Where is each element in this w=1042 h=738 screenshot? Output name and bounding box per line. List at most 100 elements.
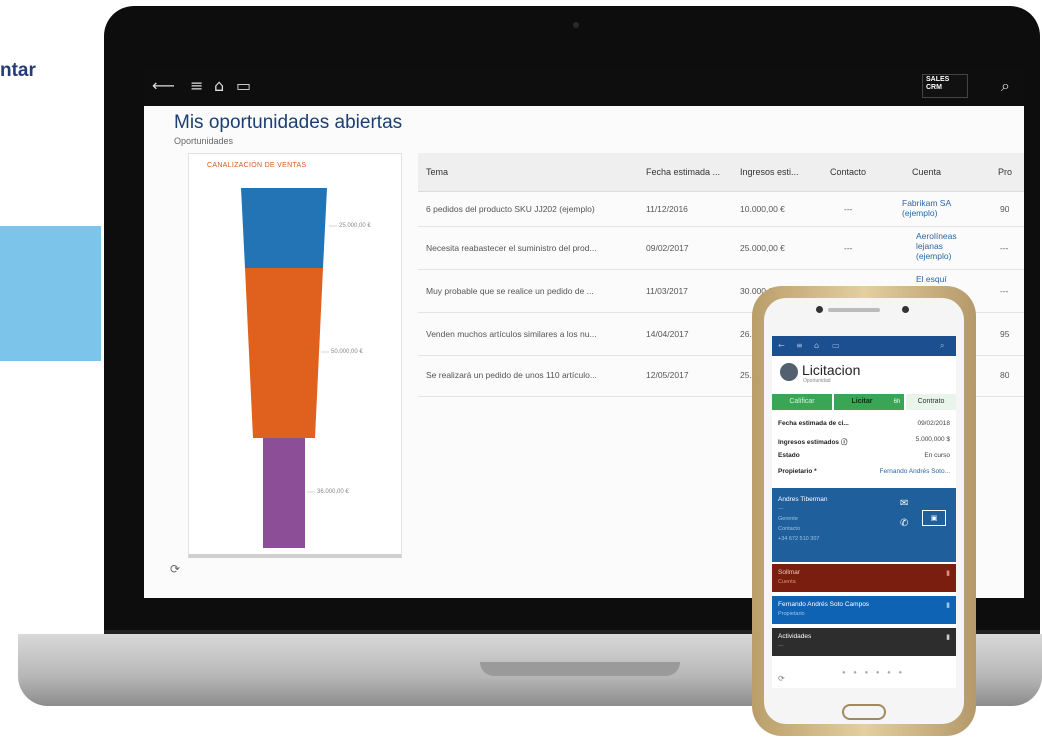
- records-icon[interactable]: ▭: [832, 341, 840, 350]
- account-name: Sollmar: [778, 569, 801, 576]
- cell-pro: ---: [1000, 243, 1009, 253]
- record-avatar: [780, 363, 798, 381]
- contact-line1: ---: [778, 506, 784, 512]
- column-header-fecha[interactable]: Fecha estimada ...: [646, 167, 726, 177]
- column-header-tema[interactable]: Tema: [426, 167, 448, 177]
- contact-line2: Gerente: [778, 516, 798, 522]
- phone-app-bar: ← ≡ ⌂ ▭ ⌕: [772, 336, 956, 356]
- funnel-stage-3-label: 36.000,00 €: [317, 489, 349, 495]
- stage-badge: 6h: [890, 394, 904, 410]
- refresh-icon[interactable]: ⟳: [778, 674, 785, 683]
- stage-licitar[interactable]: Licitar: [834, 394, 890, 410]
- cell-ingresos: 25.000,00 €: [740, 243, 785, 253]
- field-value-ingresos[interactable]: 5.000,000 $: [916, 436, 950, 443]
- stage-contrato[interactable]: Contrato: [906, 394, 956, 410]
- field-label-propietario: Propietario *: [778, 468, 817, 475]
- refresh-icon[interactable]: ⟳: [170, 562, 180, 576]
- column-header-cuenta[interactable]: Cuenta: [912, 167, 941, 177]
- cell-ingresos: 10.000,00 €: [740, 204, 785, 214]
- cell-contacto: ---: [844, 243, 853, 253]
- cell-pro: ---: [1000, 286, 1009, 296]
- contact-card-icon[interactable]: ▣: [922, 510, 946, 526]
- brand-logo: SALES CRM: [922, 74, 968, 98]
- account-sub: Cuenta: [778, 579, 796, 585]
- cell-fecha: 11/12/2016: [646, 204, 688, 214]
- owner-card[interactable]: Fernando Andrés Soto Campos Propietario …: [772, 596, 956, 624]
- funnel-stage-2[interactable]: [245, 268, 323, 438]
- decorative-block: [0, 226, 101, 361]
- owner-sub: Propietario: [778, 611, 805, 617]
- back-arrow-icon[interactable]: ←: [778, 341, 785, 350]
- cell-cuenta[interactable]: Aerolíneas lejanas (ejemplo): [916, 231, 964, 261]
- activities-title: Actividades: [778, 633, 812, 640]
- field-value-propietario[interactable]: Fernando Andrés Soto...: [880, 468, 950, 475]
- sales-funnel-panel: CANALIZACIÓN DE VENTAS 25.000,00 € 50.00…: [188, 153, 402, 558]
- funnel-stage-1-label: 25.000,00 €: [339, 223, 371, 229]
- field-value-estado[interactable]: En curso: [924, 452, 950, 459]
- activities-menu-icon[interactable]: ▮: [946, 633, 950, 641]
- funnel-chart: [241, 188, 337, 548]
- stage-calificar[interactable]: Calificar: [772, 394, 832, 410]
- cell-tema: Necesita reabastecer el suministro del p…: [426, 243, 597, 253]
- back-arrow-icon[interactable]: ⟵: [152, 76, 175, 95]
- cell-tema: Se realizará un pedido de unos 110 artíc…: [426, 370, 597, 380]
- phone-home-button[interactable]: [842, 704, 886, 720]
- cell-tema: 6 pedidos del producto SKU JJ202 (ejempl…: [426, 204, 595, 214]
- laptop-camera: [573, 22, 579, 28]
- account-card[interactable]: Sollmar Cuenta ▮: [772, 564, 956, 592]
- record-subtitle: Oportunidad: [803, 378, 831, 384]
- cell-pro: 90: [1000, 204, 1010, 214]
- hamburger-menu-icon[interactable]: ≡: [190, 76, 203, 95]
- cell-tema: Venden muchos artículos similares a los …: [426, 329, 597, 339]
- activities-sub: ---: [778, 643, 784, 649]
- funnel-stage-2-label: 50.000,00 €: [331, 349, 363, 355]
- contact-card[interactable]: Andres Tiberman --- Gerente Contacto +34…: [772, 488, 956, 562]
- cell-fecha: 11/03/2017: [646, 286, 688, 296]
- field-value-fecha[interactable]: 09/02/2018: [917, 420, 950, 427]
- page-indicator-dots: ● ● ● ● ● ●: [842, 670, 906, 676]
- funnel-stage-3[interactable]: [263, 438, 305, 548]
- column-header-ingresos[interactable]: Ingresos esti...: [740, 167, 802, 177]
- table-row[interactable]: Necesita reabastecer el suministro del p…: [418, 227, 1024, 270]
- account-menu-icon[interactable]: ▮: [946, 569, 950, 577]
- home-icon[interactable]: ⌂: [214, 76, 224, 95]
- contact-line4: +34 672 510 307: [778, 536, 820, 542]
- cell-fecha: 14/04/2017: [646, 329, 689, 339]
- hamburger-menu-icon[interactable]: ≡: [796, 341, 803, 350]
- cell-tema: Muy probable que se realice un pedido de…: [426, 286, 594, 296]
- funnel-stage-1[interactable]: [241, 188, 327, 268]
- owner-name: Fernando Andrés Soto Campos: [778, 601, 870, 608]
- owner-menu-icon[interactable]: ▮: [946, 601, 950, 609]
- field-label-fecha: Fecha estimada de ci...: [778, 420, 849, 427]
- records-icon[interactable]: ▭: [236, 76, 251, 95]
- phone-sensor: [816, 306, 823, 313]
- phone-icon[interactable]: ✆: [900, 518, 908, 529]
- laptop-notch: [480, 662, 680, 676]
- cell-fecha: 09/02/2017: [646, 243, 689, 253]
- field-label-estado: Estado: [778, 452, 800, 459]
- marketing-headline: ntar: [0, 60, 36, 81]
- smartphone: ← ≡ ⌂ ▭ ⌕ Licitacion Oportunidad Calific…: [752, 286, 976, 736]
- contact-name: Andres Tiberman: [778, 496, 828, 503]
- column-header-contacto[interactable]: Contacto: [830, 167, 866, 177]
- phone-speaker: [828, 308, 880, 312]
- email-icon[interactable]: ✉: [900, 498, 908, 509]
- cell-pro: 80: [1000, 370, 1010, 380]
- activities-card[interactable]: Actividades --- ▮: [772, 628, 956, 656]
- cell-fecha: 12/05/2017: [646, 370, 689, 380]
- cell-pro: 95: [1000, 329, 1010, 339]
- column-header-pro[interactable]: Pro: [998, 167, 1012, 177]
- page-title: Mis oportunidades abiertas: [174, 112, 403, 133]
- grid-header: Tema Fecha estimada ... Ingresos esti...…: [418, 153, 1024, 192]
- phone-screen: ← ≡ ⌂ ▭ ⌕ Licitacion Oportunidad Calific…: [772, 336, 956, 688]
- cell-cuenta[interactable]: Fabrikam SA (ejemplo): [902, 198, 962, 218]
- page-subtitle[interactable]: Oportunidades: [174, 136, 233, 146]
- table-row[interactable]: 6 pedidos del producto SKU JJ202 (ejempl…: [418, 192, 1024, 227]
- app-navbar: ⟵ ≡ ⌂ ▭ SALES CRM ⌕: [144, 66, 1024, 106]
- record-title: Licitacion: [802, 362, 861, 378]
- search-icon[interactable]: ⌕: [940, 341, 944, 351]
- search-icon[interactable]: ⌕: [1001, 76, 1010, 96]
- cell-contacto: ---: [844, 204, 853, 214]
- field-label-ingresos: Ingresos estimados ⓘ: [778, 439, 848, 446]
- home-icon[interactable]: ⌂: [814, 341, 819, 350]
